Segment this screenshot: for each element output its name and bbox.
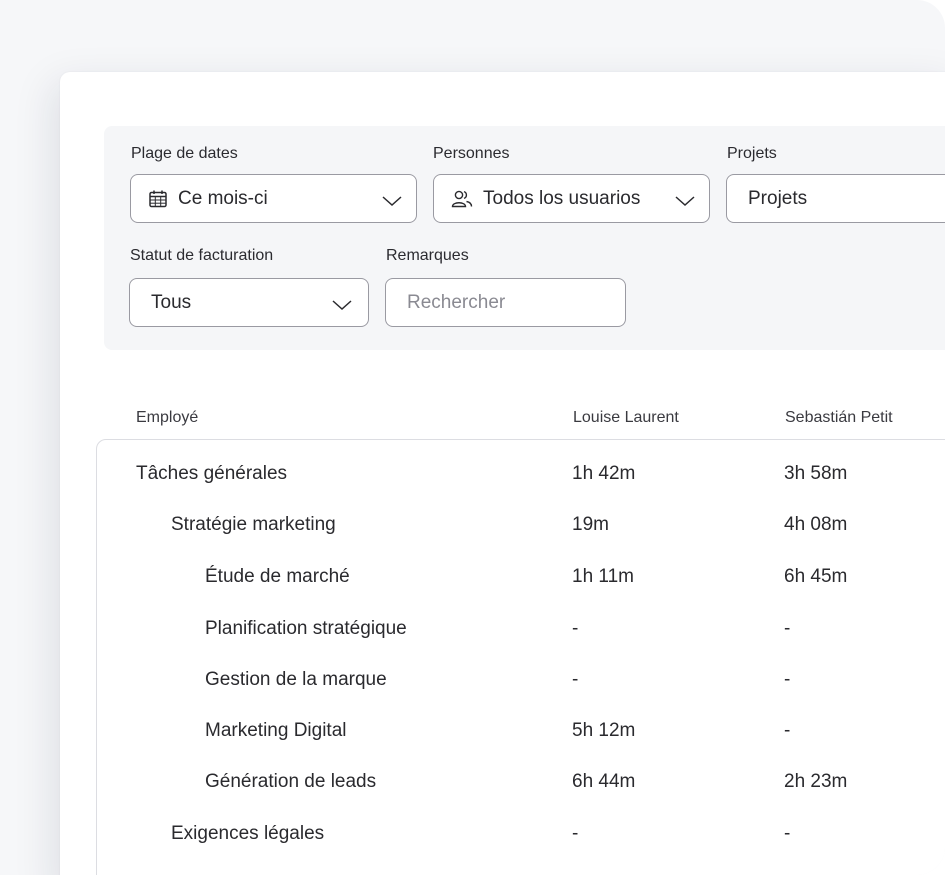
chevron-down-icon (382, 191, 402, 213)
billing-status-label: Statut de facturation (130, 247, 274, 264)
cell-value: 19m (572, 514, 609, 535)
row-label: Exigences légales (171, 823, 325, 844)
cell-value: 2h 23m (784, 771, 848, 792)
cell-value: - (572, 618, 579, 639)
people-value: Todos los usuarios (483, 187, 641, 209)
cell-value: 3h 58m (784, 463, 848, 484)
cell-value: - (572, 669, 579, 690)
calendar-icon (148, 189, 168, 209)
projects-value: Projets (748, 187, 808, 209)
projects-select[interactable]: Projets (726, 174, 945, 223)
row-label: Marketing Digital (205, 720, 347, 741)
row-label: Gestion de la marque (205, 669, 387, 690)
cell-value: 5h 12m (572, 720, 636, 741)
chevron-down-icon (332, 295, 352, 317)
row-label: Stratégie marketing (171, 514, 336, 535)
cell-value: 6h 45m (784, 566, 848, 587)
row-label: Planification stratégique (205, 618, 407, 639)
column-header-louise-laurent[interactable]: Louise Laurent (573, 409, 679, 427)
projects-label: Projets (727, 145, 777, 162)
billing-status-select[interactable]: Tous (129, 278, 369, 327)
row-label: Génération de leads (205, 771, 377, 792)
row-label: Tâches générales (136, 463, 288, 484)
remarks-placeholder: Rechercher (407, 291, 506, 313)
remarks-label: Remarques (386, 247, 469, 264)
remarks-search-input[interactable]: Rechercher (385, 278, 626, 327)
cell-value: - (784, 618, 791, 639)
cell-value: 4h 08m (784, 514, 848, 535)
cell-value: 1h 42m (572, 463, 636, 484)
cell-value: 6h 44m (572, 771, 636, 792)
people-select[interactable]: Todos los usuarios (433, 174, 710, 223)
cell-value: - (784, 823, 791, 844)
chevron-down-icon (675, 191, 695, 213)
users-icon (451, 189, 473, 209)
date-range-select[interactable]: Ce mois-ci (130, 174, 417, 223)
cell-value: - (784, 720, 791, 741)
column-header-sebastian-petit[interactable]: Sebastián Petit (785, 409, 893, 427)
timesheet-table (96, 439, 945, 875)
cell-value: 1h 11m (572, 566, 634, 587)
people-label: Personnes (433, 145, 510, 162)
cell-value: - (784, 669, 791, 690)
cell-value: - (572, 823, 579, 844)
row-label: Étude de marché (205, 566, 350, 587)
billing-status-value: Tous (151, 291, 192, 313)
app-window: Plage de dates Ce mois-ci Personnes Todo… (0, 0, 945, 875)
date-range-label: Plage de dates (131, 145, 238, 162)
employee-column-header: Employé (136, 409, 199, 426)
date-range-value: Ce mois-ci (178, 187, 268, 209)
